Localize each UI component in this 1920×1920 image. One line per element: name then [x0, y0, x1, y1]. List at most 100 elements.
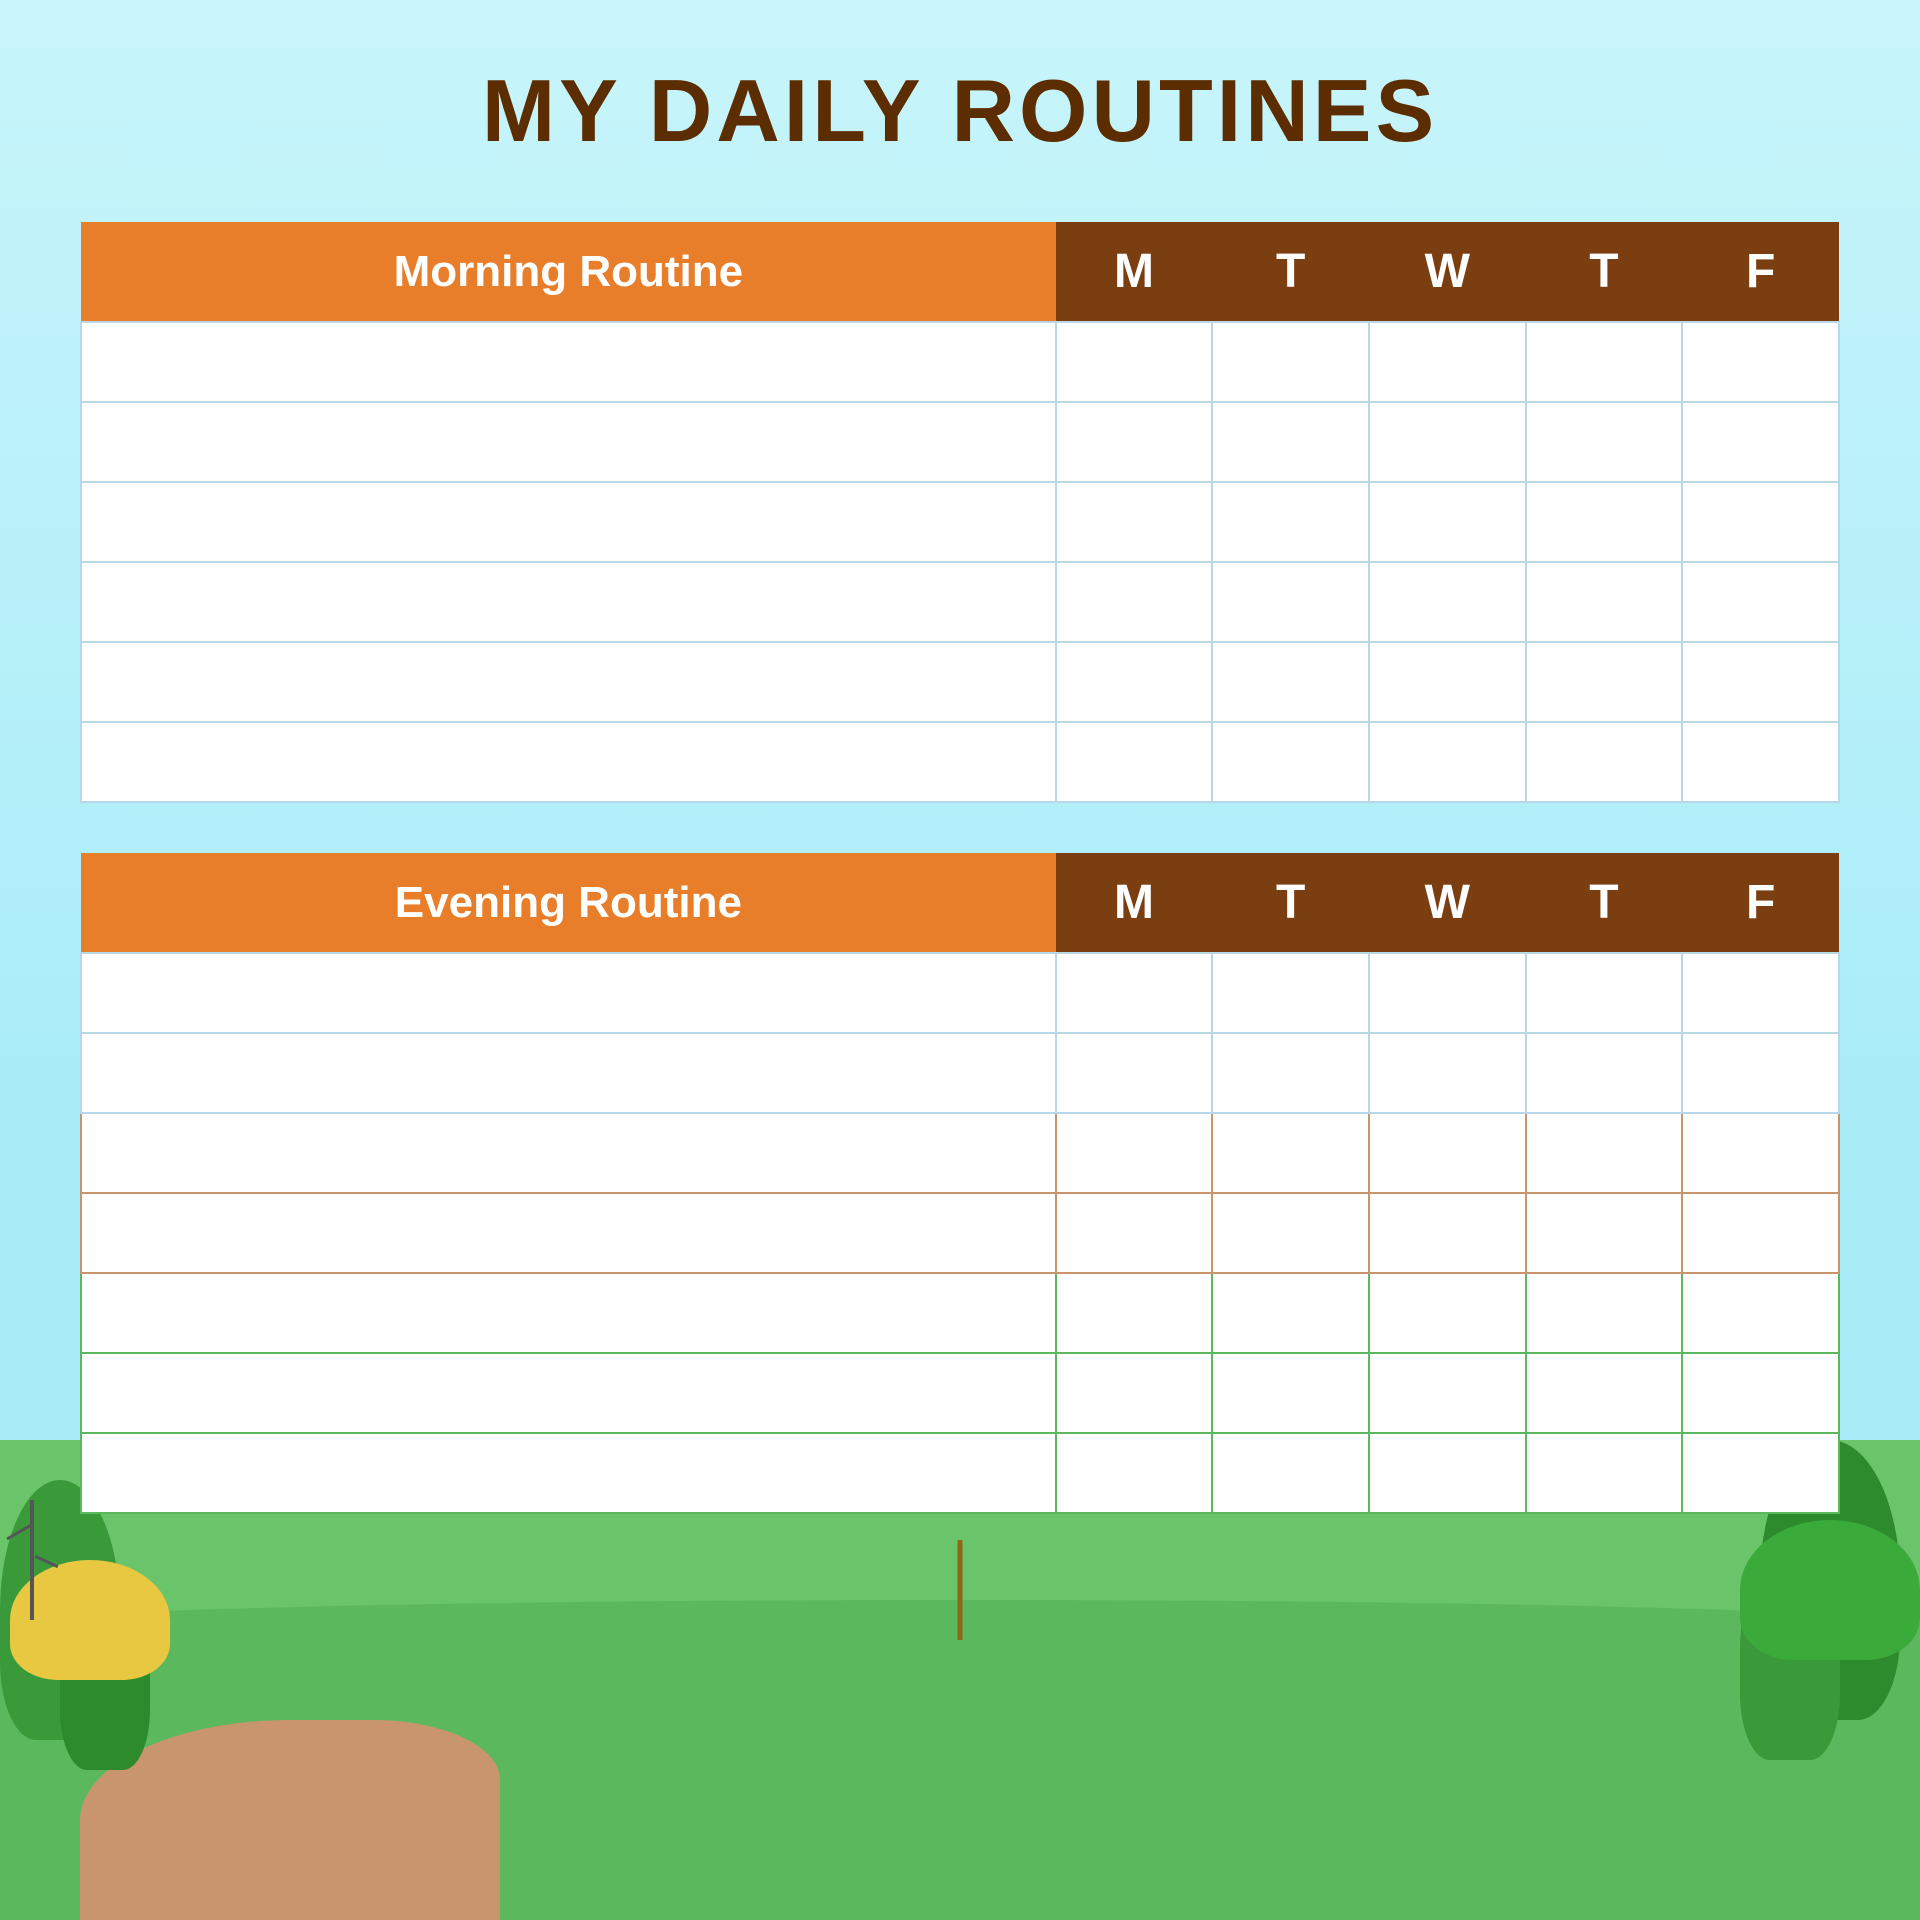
morning-check-4-m[interactable]	[1056, 562, 1213, 642]
evening-check-6-m[interactable]	[1056, 1353, 1213, 1433]
morning-check-5-t2[interactable]	[1526, 642, 1683, 722]
morning-check-2-t2[interactable]	[1526, 402, 1683, 482]
evening-day-w: W	[1369, 853, 1526, 953]
evening-check-7-w[interactable]	[1369, 1433, 1526, 1513]
morning-check-5-f[interactable]	[1682, 642, 1839, 722]
evening-check-7-t2[interactable]	[1526, 1433, 1683, 1513]
evening-activity-6[interactable]	[81, 1353, 1056, 1433]
evening-check-5-w[interactable]	[1369, 1273, 1526, 1353]
evening-check-2-t1[interactable]	[1212, 1033, 1369, 1113]
evening-routine-body	[81, 953, 1839, 1513]
morning-activity-2[interactable]	[81, 402, 1056, 482]
evening-check-4-f[interactable]	[1682, 1193, 1839, 1273]
morning-check-4-w[interactable]	[1369, 562, 1526, 642]
morning-check-6-w[interactable]	[1369, 722, 1526, 802]
evening-activity-2[interactable]	[81, 1033, 1056, 1113]
evening-check-6-t1[interactable]	[1212, 1353, 1369, 1433]
evening-check-3-t1[interactable]	[1212, 1113, 1369, 1193]
morning-activity-6[interactable]	[81, 722, 1056, 802]
morning-check-1-m[interactable]	[1056, 322, 1213, 402]
morning-check-2-w[interactable]	[1369, 402, 1526, 482]
evening-check-4-w[interactable]	[1369, 1193, 1526, 1273]
morning-check-3-t2[interactable]	[1526, 482, 1683, 562]
evening-row-2	[81, 1033, 1839, 1113]
morning-check-1-f[interactable]	[1682, 322, 1839, 402]
morning-check-6-f[interactable]	[1682, 722, 1839, 802]
evening-row-5	[81, 1273, 1839, 1353]
evening-check-4-t1[interactable]	[1212, 1193, 1369, 1273]
evening-check-2-w[interactable]	[1369, 1033, 1526, 1113]
evening-row-6	[81, 1353, 1839, 1433]
morning-check-5-w[interactable]	[1369, 642, 1526, 722]
evening-check-3-m[interactable]	[1056, 1113, 1213, 1193]
evening-day-t1: T	[1212, 853, 1369, 953]
evening-check-7-m[interactable]	[1056, 1433, 1213, 1513]
evening-check-2-m[interactable]	[1056, 1033, 1213, 1113]
evening-check-4-m[interactable]	[1056, 1193, 1213, 1273]
evening-routine-header: Evening Routine	[81, 853, 1056, 953]
morning-check-3-t1[interactable]	[1212, 482, 1369, 562]
morning-activity-4[interactable]	[81, 562, 1056, 642]
morning-check-3-f[interactable]	[1682, 482, 1839, 562]
evening-check-1-f[interactable]	[1682, 953, 1839, 1033]
morning-check-5-m[interactable]	[1056, 642, 1213, 722]
evening-check-1-w[interactable]	[1369, 953, 1526, 1033]
evening-check-5-f[interactable]	[1682, 1273, 1839, 1353]
evening-check-1-t1[interactable]	[1212, 953, 1369, 1033]
evening-check-7-t1[interactable]	[1212, 1433, 1369, 1513]
evening-check-6-t2[interactable]	[1526, 1353, 1683, 1433]
evening-routine-section: Evening Routine M T W T F	[80, 853, 1840, 1514]
morning-check-2-f[interactable]	[1682, 402, 1839, 482]
evening-check-6-w[interactable]	[1369, 1353, 1526, 1433]
morning-check-1-t2[interactable]	[1526, 322, 1683, 402]
evening-row-3	[81, 1113, 1839, 1193]
morning-check-6-m[interactable]	[1056, 722, 1213, 802]
morning-check-3-w[interactable]	[1369, 482, 1526, 562]
morning-row-6	[81, 722, 1839, 802]
morning-activity-3[interactable]	[81, 482, 1056, 562]
morning-check-2-m[interactable]	[1056, 402, 1213, 482]
evening-activity-5[interactable]	[81, 1273, 1056, 1353]
evening-check-3-w[interactable]	[1369, 1113, 1526, 1193]
evening-check-3-f[interactable]	[1682, 1113, 1839, 1193]
evening-activity-1[interactable]	[81, 953, 1056, 1033]
evening-check-2-f[interactable]	[1682, 1033, 1839, 1113]
branch-center-icon	[958, 1540, 963, 1640]
morning-check-1-w[interactable]	[1369, 322, 1526, 402]
evening-header-row: Evening Routine M T W T F	[81, 853, 1839, 953]
morning-check-5-t1[interactable]	[1212, 642, 1369, 722]
morning-day-t2: T	[1526, 222, 1683, 322]
evening-check-1-m[interactable]	[1056, 953, 1213, 1033]
evening-check-5-t2[interactable]	[1526, 1273, 1683, 1353]
morning-routine-body	[81, 322, 1839, 802]
evening-check-2-t2[interactable]	[1526, 1033, 1683, 1113]
evening-check-5-t1[interactable]	[1212, 1273, 1369, 1353]
morning-check-4-f[interactable]	[1682, 562, 1839, 642]
morning-check-6-t2[interactable]	[1526, 722, 1683, 802]
evening-activity-4[interactable]	[81, 1193, 1056, 1273]
morning-activity-5[interactable]	[81, 642, 1056, 722]
evening-check-7-f[interactable]	[1682, 1433, 1839, 1513]
morning-check-6-t1[interactable]	[1212, 722, 1369, 802]
evening-row-1	[81, 953, 1839, 1033]
morning-check-4-t2[interactable]	[1526, 562, 1683, 642]
evening-check-3-t2[interactable]	[1526, 1113, 1683, 1193]
morning-routine-table: Morning Routine M T W T F	[80, 222, 1840, 803]
evening-check-4-t2[interactable]	[1526, 1193, 1683, 1273]
morning-check-2-t1[interactable]	[1212, 402, 1369, 482]
morning-day-m: M	[1056, 222, 1213, 322]
morning-check-4-t1[interactable]	[1212, 562, 1369, 642]
morning-row-4	[81, 562, 1839, 642]
morning-day-t1: T	[1212, 222, 1369, 322]
morning-check-1-t1[interactable]	[1212, 322, 1369, 402]
branch-left-icon	[30, 1500, 34, 1620]
morning-check-3-m[interactable]	[1056, 482, 1213, 562]
morning-row-5	[81, 642, 1839, 722]
morning-activity-1[interactable]	[81, 322, 1056, 402]
evening-activity-7[interactable]	[81, 1433, 1056, 1513]
evening-check-5-m[interactable]	[1056, 1273, 1213, 1353]
evening-check-6-f[interactable]	[1682, 1353, 1839, 1433]
evening-activity-3[interactable]	[81, 1113, 1056, 1193]
morning-row-2	[81, 402, 1839, 482]
evening-check-1-t2[interactable]	[1526, 953, 1683, 1033]
